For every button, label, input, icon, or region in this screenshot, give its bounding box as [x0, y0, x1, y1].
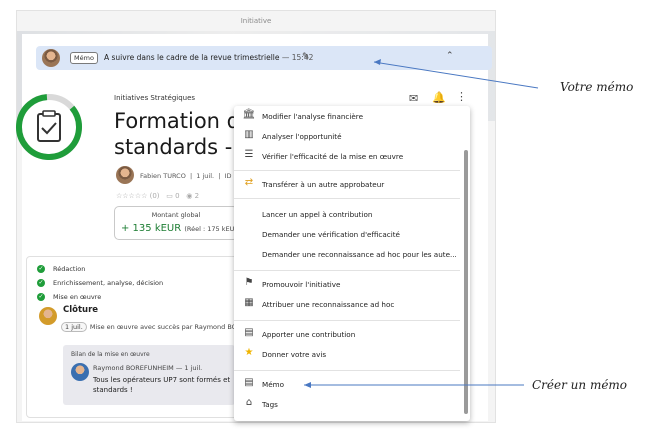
annotation-arrows: [304, 59, 539, 388]
memo-callout: Votre mémo: [560, 80, 634, 94]
create-memo-callout: Créer un mémo: [532, 378, 628, 392]
